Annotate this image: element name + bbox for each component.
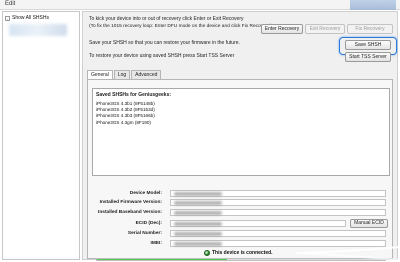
tree-root-label: Show All SHSHs [12,15,49,21]
imei-label: IMEI: [150,241,162,246]
blurred-value [174,232,222,236]
connected-status-icon [204,250,210,256]
tab-log[interactable]: Log [113,70,131,79]
serial-value [170,230,386,237]
serial-label: Serial Number: [127,231,162,236]
blurred-device-entry[interactable] [9,24,67,36]
shsh-tree-panel: - Show All SHSHs [2,11,80,260]
manual-ecid-button[interactable]: Manual ECID [350,219,388,228]
device-model-label: Device Model: [129,191,162,196]
save-shsh-button[interactable]: Save SHSH [345,40,391,50]
saved-shsh-list: iPhone3GS 4.3b1 (8F5148b) iPhone3GS 4.3b… [96,101,155,126]
list-item[interactable]: iPhone3GS 4.3gm (8F190) [96,120,155,126]
baseband-label: Installed Baseband Version: [98,210,162,215]
blurred-value [174,222,222,226]
start-tss-server-button[interactable]: Start TSS Server [345,52,391,62]
recovery-instruction: To kick your device into or out of recov… [89,16,244,22]
enter-recovery-button[interactable]: Enter Recovery [261,24,303,34]
firmware-value [170,199,386,206]
connection-status: This device is connected. [212,250,273,256]
blurred-value [174,211,222,215]
save-shsh-instruction: Save your SHSH so that you can restore y… [89,40,240,46]
tab-bar: General Log Advanced [87,70,162,80]
blurred-value [174,242,222,246]
collapse-icon[interactable]: - [5,15,10,21]
ecid-label: ECID (Dec): [135,221,162,226]
tss-instruction: To restore your device using saved SHSH … [89,53,235,59]
baseband-value [170,209,386,216]
progress-fill [97,259,227,260]
annotation-arrow [295,246,400,261]
blurred-value [174,201,222,205]
main-panel: To kick your device into or out of recov… [82,11,398,261]
tree-root-row[interactable]: - Show All SHSHs [5,14,77,22]
exit-recovery-button[interactable]: Exit Recovery [305,24,345,34]
saved-shsh-title: Saved SHSHs for Geniusgeeks: [96,92,172,98]
saved-shsh-list-box: Saved SHSHs for Geniusgeeks: iPhone3GS 4… [92,88,390,176]
window-controls[interactable] [350,0,396,10]
list-item[interactable]: iPhone3GS 4.3b3 (8F5166b) [96,113,155,119]
tab-advanced[interactable]: Advanced [131,70,162,79]
ecid-value [170,220,346,227]
device-model-value [170,190,386,197]
menu-edit[interactable]: Edit [5,1,15,7]
menu-bar: Edit [0,0,400,10]
blurred-value [174,192,222,196]
general-tab-panel: Saved SHSHs for Geniusgeeks: iPhone3GS 4… [87,79,393,261]
fix-recovery-button[interactable]: Fix Recovery [347,24,393,34]
fix-recovery-instruction: (To fix the 1015 recovery loop: Enter DF… [89,24,272,29]
firmware-label: Installed Firmware Version: [99,200,162,205]
